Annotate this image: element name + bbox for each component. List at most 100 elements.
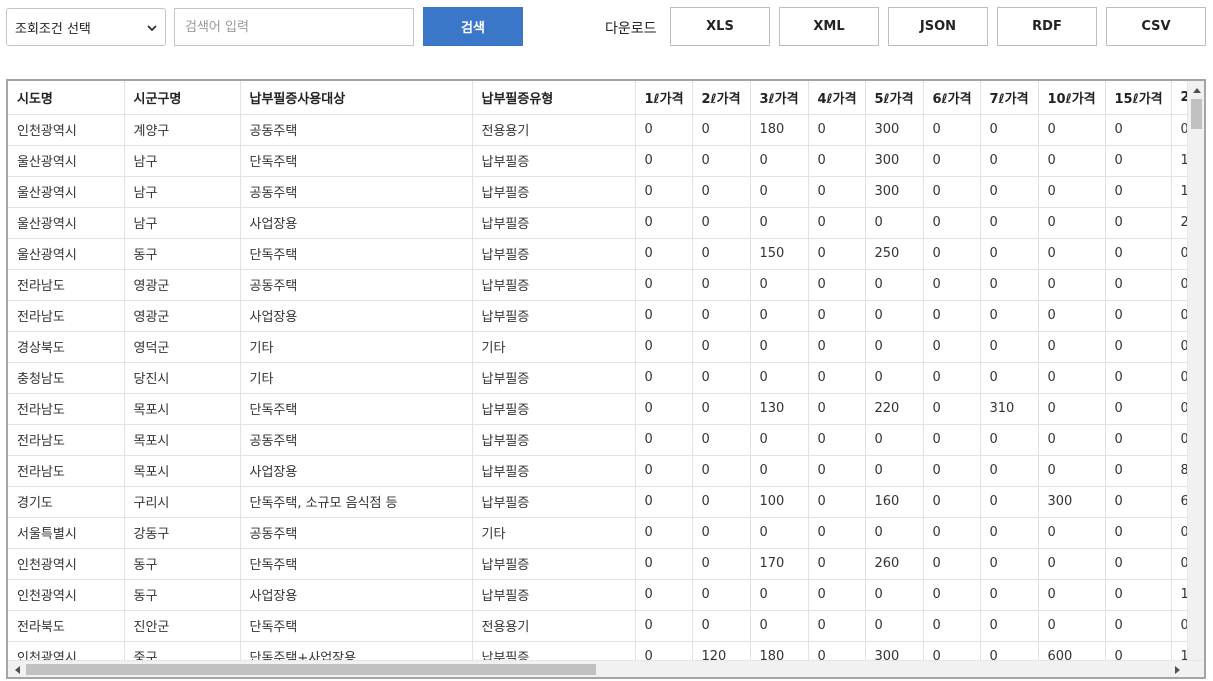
table-cell: 납부필증 — [472, 486, 636, 518]
table-cell: 0 — [1105, 455, 1172, 487]
column-header[interactable]: 시군구명 — [124, 81, 241, 115]
table-cell: 납부필증 — [472, 207, 636, 239]
table-cell: 0 — [980, 486, 1039, 518]
table-cell: 울산광역시 — [8, 145, 125, 177]
column-header[interactable]: 5ℓ가격 — [865, 81, 924, 115]
table-cell: 0 — [808, 548, 866, 580]
column-header[interactable]: 7ℓ가격 — [980, 81, 1039, 115]
table-row[interactable]: 경상북도 영덕군 기타 기타 0 0 0 0 0 0 0 0 0 0 — [8, 331, 1204, 363]
table-cell: 목포시 — [124, 424, 241, 456]
column-header[interactable]: 납부필증사용대상 — [240, 81, 473, 115]
table-cell: 0 — [808, 424, 866, 456]
select-value: 조회조건 선택 — [15, 21, 91, 37]
table-cell: 0 — [692, 300, 751, 332]
column-header[interactable]: 6ℓ가격 — [923, 81, 981, 115]
table-cell: 납부필증 — [472, 145, 636, 177]
table-cell: 전용용기 — [472, 610, 636, 642]
table-row[interactable]: 서울특별시 강동구 공동주택 기타 0 0 0 0 0 0 0 0 0 0 — [8, 517, 1204, 549]
table-cell: 0 — [980, 207, 1039, 239]
search-button[interactable]: 검색 — [423, 7, 523, 46]
table-row[interactable]: 전라남도 영광군 공동주택 납부필증 0 0 0 0 0 0 0 0 0 0 — [8, 269, 1204, 301]
table-row[interactable]: 인천광역시 동구 단독주택 납부필증 0 0 170 0 260 0 0 0 0 0 — [8, 548, 1204, 580]
column-header[interactable]: 10ℓ가격 — [1038, 81, 1106, 115]
table-cell: 강동구 — [124, 517, 241, 549]
table-cell: 전용용기 — [472, 114, 636, 146]
table-row[interactable]: 울산광역시 동구 단독주택 납부필증 0 0 150 0 250 0 0 0 0 0 — [8, 238, 1204, 270]
table-row[interactable]: 울산광역시 남구 단독주택 납부필증 0 0 0 0 300 0 0 0 0 1 — [8, 145, 1204, 177]
table-cell: 0 — [750, 145, 809, 177]
table-cell: 0 — [1105, 424, 1172, 456]
table-cell: 160 — [865, 486, 924, 518]
table-row[interactable]: 충청남도 당진시 기타 납부필증 0 0 0 0 0 0 0 0 0 0 — [8, 362, 1204, 394]
column-header[interactable]: 1ℓ가격 — [635, 81, 693, 115]
download-json-button[interactable]: JSON — [888, 7, 988, 46]
scroll-left-arrow-icon[interactable] — [8, 661, 25, 677]
data-table: 시도명 시군구명 납부필증사용대상 납부필증유형 1ℓ가격 2ℓ가격 3ℓ가격 4ℓ가격 5ℓ가… — [8, 81, 1204, 673]
horizontal-scroll-thumb[interactable] — [26, 664, 596, 675]
table-cell: 공동주택 — [240, 424, 473, 456]
table-cell: 경기도 — [8, 486, 125, 518]
scroll-up-arrow-icon[interactable] — [1188, 81, 1204, 98]
table-cell: 0 — [635, 176, 693, 208]
table-cell: 0 — [980, 114, 1039, 146]
scroll-right-arrow-icon[interactable] — [1169, 661, 1186, 677]
table-row[interactable]: 전라남도 목포시 단독주택 납부필증 0 0 130 0 220 0 310 0 0 0 — [8, 393, 1204, 425]
column-header[interactable]: 2ℓ가격 — [692, 81, 751, 115]
data-grid: 시도명 시군구명 납부필증사용대상 납부필증유형 1ℓ가격 2ℓ가격 3ℓ가격 4ℓ가격 5ℓ가… — [6, 79, 1206, 679]
download-xml-button[interactable]: XML — [779, 7, 879, 46]
table-row[interactable]: 전라남도 목포시 사업장용 납부필증 0 0 0 0 0 0 0 0 0 8 — [8, 455, 1204, 487]
column-header[interactable]: 납부필증유형 — [472, 81, 636, 115]
download-rdf-button[interactable]: RDF — [997, 7, 1097, 46]
table-cell: 기타 — [472, 331, 636, 363]
table-row[interactable]: 경기도 구리시 단독주택, 소규모 음식점 등 납부필증 0 0 100 0 160 0 0 300 0… — [8, 486, 1204, 518]
table-cell: 0 — [692, 424, 751, 456]
column-header[interactable]: 시도명 — [8, 81, 125, 115]
table-cell: 단독주택 — [240, 610, 473, 642]
download-csv-button[interactable]: CSV — [1106, 7, 1206, 46]
table-row[interactable]: 인천광역시 계양구 공동주택 전용용기 0 0 180 0 300 0 0 0 0 0 — [8, 114, 1204, 146]
table-cell: 0 — [923, 176, 981, 208]
table-cell: 0 — [1105, 238, 1172, 270]
table-cell: 0 — [923, 517, 981, 549]
table-row[interactable]: 전라북도 진안군 단독주택 전용용기 0 0 0 0 0 0 0 0 0 0 — [8, 610, 1204, 642]
table-cell: 납부필증 — [472, 269, 636, 301]
column-header[interactable]: 4ℓ가격 — [808, 81, 866, 115]
search-input[interactable] — [174, 8, 414, 46]
table-cell: 단독주택 — [240, 393, 473, 425]
table-cell: 납부필증 — [472, 579, 636, 611]
table-cell: 0 — [865, 207, 924, 239]
table-cell: 0 — [808, 114, 866, 146]
search-condition-select[interactable]: 조회조건 선택 — [6, 8, 166, 46]
table-row[interactable]: 전라남도 영광군 사업장용 납부필증 0 0 0 0 0 0 0 0 0 0 — [8, 300, 1204, 332]
table-cell: 0 — [692, 455, 751, 487]
table-cell: 인천광역시 — [8, 548, 125, 580]
table-row[interactable]: 전라남도 목포시 공동주택 납부필증 0 0 0 0 0 0 0 0 0 0 — [8, 424, 1204, 456]
vertical-scroll-thumb[interactable] — [1191, 99, 1202, 129]
table-cell: 공동주택 — [240, 176, 473, 208]
table-cell: 170 — [750, 548, 809, 580]
table-cell: 0 — [1038, 207, 1106, 239]
table-cell: 0 — [635, 331, 693, 363]
table-cell: 진안군 — [124, 610, 241, 642]
column-header[interactable]: 3ℓ가격 — [750, 81, 809, 115]
table-cell: 0 — [980, 548, 1039, 580]
table-cell: 0 — [1105, 207, 1172, 239]
table-row[interactable]: 울산광역시 남구 사업장용 납부필증 0 0 0 0 0 0 0 0 0 2 — [8, 207, 1204, 239]
table-cell: 공동주택 — [240, 114, 473, 146]
table-cell: 사업장용 — [240, 579, 473, 611]
download-xls-button[interactable]: XLS — [670, 7, 770, 46]
table-cell: 기타 — [240, 362, 473, 394]
table-cell: 0 — [750, 579, 809, 611]
table-cell: 납부필증 — [472, 176, 636, 208]
table-cell: 0 — [692, 238, 751, 270]
table-cell: 남구 — [124, 145, 241, 177]
table-cell: 310 — [980, 393, 1039, 425]
table-cell: 0 — [923, 610, 981, 642]
table-row[interactable]: 인천광역시 동구 사업장용 납부필증 0 0 0 0 0 0 0 0 0 1 — [8, 579, 1204, 611]
horizontal-scrollbar[interactable] — [8, 660, 1204, 677]
toolbar: 조회조건 선택 검색 다운로드 XLS XML JSON RDF CSV — [0, 0, 1213, 56]
table-cell: 0 — [692, 207, 751, 239]
column-header[interactable]: 15ℓ가격 — [1105, 81, 1172, 115]
table-row[interactable]: 울산광역시 남구 공동주택 납부필증 0 0 0 0 300 0 0 0 0 1 — [8, 176, 1204, 208]
vertical-scrollbar[interactable] — [1187, 81, 1204, 661]
